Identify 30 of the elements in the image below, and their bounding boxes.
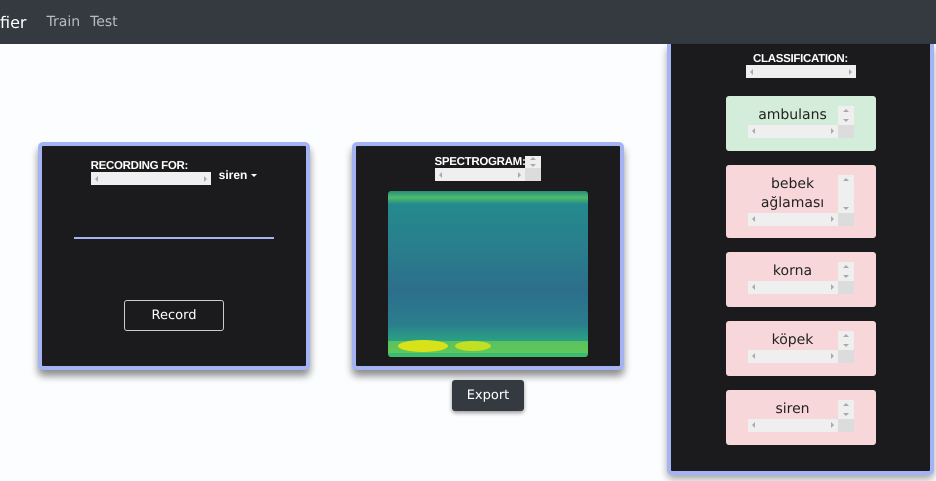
record-button[interactable]: Record [124, 300, 224, 331]
caret-icon [251, 174, 258, 176]
scrollbar[interactable] [746, 65, 856, 78]
brand-title[interactable]: fier [0, 12, 26, 32]
class-label: köpek [770, 330, 814, 350]
scrollbar[interactable] [838, 175, 854, 213]
classification-label: CLASSIFICATION: [753, 53, 848, 65]
scrollbar[interactable] [838, 262, 854, 281]
scrollbar[interactable] [748, 350, 838, 363]
scrollbar[interactable] [748, 418, 838, 432]
scrollbar[interactable] [838, 106, 854, 125]
nav-link[interactable]: Test [90, 14, 118, 30]
nav-link[interactable]: Train [46, 14, 80, 30]
scrollbar[interactable] [748, 212, 838, 226]
scrollbar[interactable] [838, 400, 854, 419]
export-button[interactable]: Export [452, 380, 524, 411]
class-label: siren [774, 400, 811, 419]
scrollbar[interactable] [748, 280, 838, 294]
class-dropdown[interactable]: siren [218, 168, 258, 182]
spectrogram-label: SPECTROGRAM: [434, 156, 526, 168]
class-label: korna [772, 262, 814, 281]
scrollbar[interactable] [748, 124, 838, 138]
class-label: bebek ağlaması [760, 175, 826, 213]
class-label: ambulans [757, 106, 828, 125]
scrollbar[interactable] [90, 172, 211, 185]
scrollbar[interactable] [434, 168, 525, 181]
recording-label: RECORDING FOR: [90, 160, 190, 172]
scrollbar[interactable] [838, 330, 854, 350]
scrollbar[interactable] [525, 156, 542, 168]
scrollbar-corner [524, 168, 541, 181]
